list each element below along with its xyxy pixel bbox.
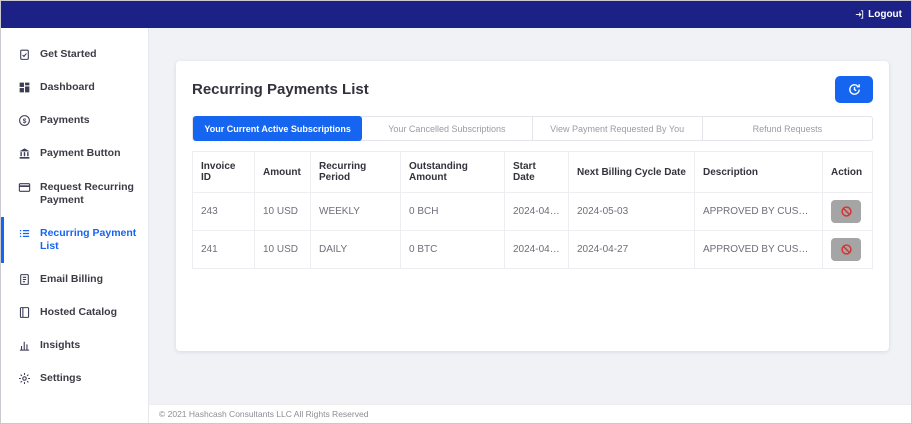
- cell-invoice-id: 243: [192, 192, 255, 231]
- copyright-text: © 2021 Hashcash Consultants LLC All Righ…: [159, 409, 369, 419]
- cell-start-date: 2024-04-26: [504, 192, 569, 231]
- tabs-bar: Your Current Active Subscriptions Your Ca…: [192, 116, 873, 141]
- sidebar-item-payments[interactable]: $ Payments: [1, 104, 148, 137]
- svg-text:$: $: [23, 118, 27, 125]
- cell-amount: 10 USD: [254, 192, 311, 231]
- dashboard-icon: [18, 81, 31, 94]
- get-started-icon: [18, 48, 31, 61]
- sidebar-item-label: Payment Button: [40, 147, 121, 160]
- logout-button[interactable]: Logout: [854, 9, 902, 20]
- sidebar-item-insights[interactable]: Insights: [1, 329, 148, 362]
- cell-next-billing-cycle-date: 2024-05-03: [568, 192, 695, 231]
- column-header-action: Action: [822, 151, 873, 193]
- content-area: Recurring Payments List Your Current Act…: [149, 28, 911, 404]
- sidebar-item-label: Recurring Payment List: [40, 226, 137, 252]
- sidebar-item-hosted-catalog[interactable]: Hosted Catalog: [1, 296, 148, 329]
- sidebar-item-request-recurring-payment[interactable]: Request Recurring Payment: [1, 171, 148, 217]
- sidebar-item-get-started[interactable]: Get Started: [1, 38, 148, 71]
- column-header-invoice-id: Invoice ID: [192, 151, 255, 193]
- sidebar-item-payment-button[interactable]: Payment Button: [1, 137, 148, 170]
- tab-your-current-active-subscriptions[interactable]: Your Current Active Subscriptions: [193, 116, 363, 141]
- tab-your-cancelled-subscriptions[interactable]: Your Cancelled Subscriptions: [362, 117, 533, 140]
- cell-start-date: 2024-04-26: [504, 230, 569, 269]
- recurring-payment-list-icon: [18, 227, 31, 240]
- recurring-payments-card: Recurring Payments List Your Current Act…: [176, 61, 889, 351]
- column-header-amount: Amount: [254, 151, 311, 193]
- cell-action: [822, 192, 873, 231]
- hosted-catalog-icon: [18, 306, 31, 319]
- table-body: 243 10 USD WEEKLY 0 BCH 2024-04-26 2024-05-03…: [192, 192, 873, 269]
- cell-invoice-id: 241: [192, 230, 255, 269]
- logout-label: Logout: [868, 9, 902, 20]
- column-header-description: Description: [694, 151, 823, 193]
- sidebar-item-label: Email Billing: [40, 273, 104, 285]
- sidebar-item-label: Get Started: [40, 48, 97, 60]
- topbar: Logout: [1, 1, 911, 28]
- footer: © 2021 Hashcash Consultants LLC All Righ…: [149, 404, 911, 423]
- column-header-recurring-period: Recurring Period: [310, 151, 401, 193]
- logout-icon: [854, 9, 865, 20]
- subscriptions-table: Invoice ID Amount Recurring Period Outstand…: [192, 151, 873, 269]
- tab-view-payment-requested-by-you[interactable]: View Payment Requested By You: [533, 117, 703, 140]
- sidebar-item-dashboard[interactable]: Dashboard: [1, 71, 148, 104]
- cell-amount: 10 USD: [254, 230, 311, 269]
- cancel-subscription-button[interactable]: [831, 200, 861, 223]
- insights-icon: [18, 339, 31, 352]
- sidebar: Get Started Dashboard $ Payments Payment But…: [1, 28, 149, 423]
- history-button[interactable]: [835, 76, 873, 103]
- email-billing-icon: [18, 273, 31, 286]
- sidebar-item-label: Payments: [40, 114, 90, 127]
- column-header-start-date: Start Date: [504, 151, 569, 193]
- settings-icon: [18, 372, 31, 385]
- column-header-outstanding-amount: Outstanding Amount: [400, 151, 505, 193]
- app-window: Logout Get Started Dashboard $ Payments Paym…: [0, 0, 912, 424]
- cell-recurring-period: DAILY: [310, 230, 401, 269]
- sidebar-item-label: Settings: [40, 372, 82, 385]
- cell-next-billing-cycle-date: 2024-04-27: [568, 230, 695, 269]
- table-wrap: Invoice ID Amount Recurring Period Outstand…: [192, 151, 873, 269]
- sidebar-item-recurring-payment-list[interactable]: Recurring Payment List: [1, 216, 148, 263]
- table-row: 243 10 USD WEEKLY 0 BCH 2024-04-26 2024-05-03…: [192, 192, 873, 231]
- payment-button-icon: [18, 147, 31, 160]
- table-row: 241 10 USD DAILY 0 BTC 2024-04-26 2024-04-27 A…: [192, 230, 873, 269]
- request-recurring-payment-icon: [18, 181, 31, 194]
- payments-icon: $: [18, 114, 31, 127]
- body-row: Get Started Dashboard $ Payments Payment But…: [1, 28, 911, 423]
- table-header-row: Invoice ID Amount Recurring Period Outstand…: [192, 151, 873, 193]
- sidebar-item-email-billing[interactable]: Email Billing: [1, 263, 148, 296]
- main-area: Recurring Payments List Your Current Act…: [149, 28, 911, 423]
- sidebar-item-label: Hosted Catalog: [40, 306, 118, 319]
- cancel-subscription-button[interactable]: [831, 238, 861, 261]
- card-header: Recurring Payments List: [192, 76, 873, 103]
- column-header-next-billing-cycle-date: Next Billing Cycle Date: [568, 151, 695, 193]
- cell-outstanding-amount: 0 BCH: [400, 192, 505, 231]
- sidebar-item-label: Request Recurring Payment: [40, 180, 134, 206]
- cell-recurring-period: WEEKLY: [310, 192, 401, 231]
- cell-description: APPROVED BY CUSTOMER: [694, 230, 823, 269]
- sidebar-item-settings[interactable]: Settings: [1, 362, 148, 395]
- cancel-subscription-icon: [840, 243, 853, 256]
- history-icon: [847, 82, 862, 97]
- sidebar-item-label: Insights: [40, 339, 81, 352]
- page-title: Recurring Payments List: [192, 81, 369, 98]
- cancel-subscription-icon: [840, 205, 853, 218]
- tab-refund-requests[interactable]: Refund Requests: [703, 117, 872, 140]
- cell-description: APPROVED BY CUSTOMER: [694, 192, 823, 231]
- cell-action: [822, 230, 873, 269]
- cell-outstanding-amount: 0 BTC: [400, 230, 505, 269]
- sidebar-item-label: Dashboard: [40, 81, 95, 94]
